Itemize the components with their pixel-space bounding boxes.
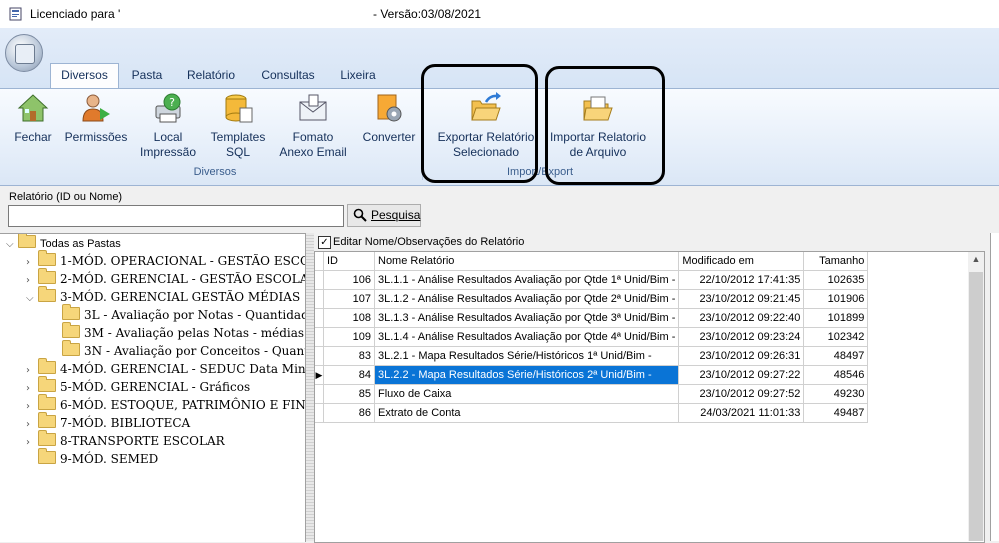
fechar-button[interactable]: Fechar (8, 92, 58, 145)
folder-icon (38, 412, 56, 428)
scrollbar-thumb[interactable] (969, 272, 983, 541)
table-row[interactable]: 109 3L.1.4 - Análise Resultados Avaliação… (315, 327, 869, 347)
scroll-up-icon[interactable]: ▲ (968, 254, 984, 268)
app-icon (9, 7, 22, 21)
chevron-right-icon: › (26, 437, 30, 448)
editar-nome-label: Editar Nome/Observações do Relatório (333, 236, 525, 248)
table-row[interactable]: 83 3L.2.1 - Mapa Resultados Série/Históri… (315, 346, 869, 366)
tree-item[interactable]: › 5-MÓD. GERENCIAL - Gráficos (26, 376, 250, 396)
folder-icon (62, 322, 80, 338)
tab-lixeira[interactable]: Lixeira (332, 64, 384, 88)
highlight-export (421, 64, 538, 183)
folder-icon (38, 430, 56, 446)
table-row-selected[interactable]: ▶ 84 3L.2.2 - Mapa Resultados Série/Histór… (315, 365, 869, 385)
local-impressao-button[interactable]: ? Local Impressão (138, 92, 198, 160)
converter-button[interactable]: Converter (358, 92, 420, 145)
col-id-header[interactable]: ID (323, 252, 375, 271)
folder-icon (18, 234, 36, 248)
tab-consultas[interactable]: Consultas (253, 64, 323, 88)
tab-diversos[interactable]: Diversos (50, 63, 119, 88)
col-size-header[interactable]: Tamanho (803, 252, 869, 271)
tree-item[interactable]: › 4-MÓD. GERENCIAL - SEDUC Data Mining (26, 358, 305, 378)
templates-sql-button[interactable]: Templates SQL (206, 92, 270, 160)
app-menu-icon (15, 44, 35, 64)
tree-item[interactable]: 9-MÓD. SEMED (38, 448, 158, 468)
col-modified-header[interactable]: Modificado em (678, 252, 805, 271)
table-row[interactable]: 108 3L.1.3 - Análise Resultados Avaliação… (315, 308, 869, 328)
table-row[interactable]: 107 3L.1.2 - Análise Resultados Avaliação… (315, 289, 869, 309)
tree-item[interactable]: › 2-MÓD. GERENCIAL - GESTÃO ESCOLAR (26, 268, 305, 288)
reports-grid: ID Nome Relatório Modificado em Tamanho … (314, 251, 985, 543)
highlight-import (545, 66, 665, 185)
chevron-down-icon: ⌵ (26, 293, 34, 304)
version-text: - Versão:03/08/2021 (373, 7, 482, 21)
table-row[interactable]: 85 Fluxo de Caixa 23/10/2012 09:27:52 49230 (315, 384, 869, 404)
reports-table: ID Nome Relatório Modificado em Tamanho … (315, 252, 869, 423)
folder-icon (38, 286, 56, 302)
tree-item[interactable]: 3M - Avaliação pelas Notas - médias (62, 322, 304, 342)
folder-icon (38, 358, 56, 374)
col-name-header[interactable]: Nome Relatório (374, 252, 680, 271)
pesquisa-button[interactable]: Pesquisa (347, 204, 421, 227)
formato-anexo-email-button[interactable]: Fomato Anexo Email (278, 92, 348, 160)
user-permissions-icon (82, 94, 110, 122)
relatorio-search-label: Relatório (ID ou Nome) (9, 191, 123, 203)
convert-gear-icon (377, 94, 402, 122)
application-menu-button[interactable] (5, 34, 43, 72)
observations-pane (990, 233, 999, 541)
editar-nome-checkbox[interactable]: ✓ (318, 236, 331, 249)
tree-item[interactable]: 3N - Avaliação por Conceitos - Quantidad… (62, 340, 305, 360)
email-attachment-icon (299, 94, 327, 121)
table-row[interactable]: 106 3L.1.1 - Análise Resultados Avaliação… (315, 270, 869, 290)
folder-icon (62, 340, 80, 356)
printer-help-icon: ? (155, 93, 181, 123)
group-diversos-label: Diversos (193, 166, 237, 178)
title-bar: Licenciado para ' - Versão:03/08/2021 (0, 0, 999, 28)
chevron-down-icon: ⌵ (6, 239, 14, 250)
tree-item[interactable]: › 1-MÓD. OPERACIONAL - GESTÃO ESCOLA (26, 250, 305, 270)
tab-relatorio[interactable]: Relatório (178, 64, 244, 88)
pesquisa-label: Pesquisa (371, 208, 421, 222)
database-icon (225, 94, 253, 123)
folder-icon (38, 376, 56, 392)
magnifier-icon (353, 208, 367, 222)
licensed-text: Licenciado para ' (30, 7, 121, 21)
folder-icon (38, 448, 56, 464)
table-header: ID Nome Relatório Modificado em Tamanho (315, 252, 869, 271)
folder-icon (62, 304, 80, 320)
folder-icon (38, 268, 56, 284)
tree-item[interactable]: › 7-MÓD. BIBLIOTECA (26, 412, 190, 432)
folder-icon (38, 250, 56, 266)
tree-item[interactable]: › 8-TRANSPORTE ESCOLAR (26, 430, 225, 450)
relatorio-search-input[interactable] (8, 205, 344, 227)
tree-item[interactable]: ›6-MÓD. ESTOQUE, PATRIMÔNIO E FINANC (26, 394, 305, 414)
tree-item[interactable]: 3L - Avaliação por Notas - Quantidade (62, 304, 305, 324)
permissoes-button[interactable]: Permissões (62, 92, 130, 145)
folder-tree: ⌵ Todas as Pastas › 1-MÓD. OPERACIONAL - G… (0, 233, 306, 542)
tree-root[interactable]: ⌵ Todas as Pastas (6, 234, 121, 252)
folder-icon (38, 394, 56, 410)
row-pointer-icon: ▶ (315, 365, 324, 385)
svg-text:?: ? (169, 96, 175, 109)
home-icon (17, 94, 49, 122)
pane-splitter[interactable] (306, 233, 314, 541)
indicator-header (315, 252, 324, 271)
table-row[interactable]: 86 Extrato de Conta 24/03/2021 11:01:33 494… (315, 403, 869, 423)
tab-pasta[interactable]: Pasta (124, 64, 170, 88)
